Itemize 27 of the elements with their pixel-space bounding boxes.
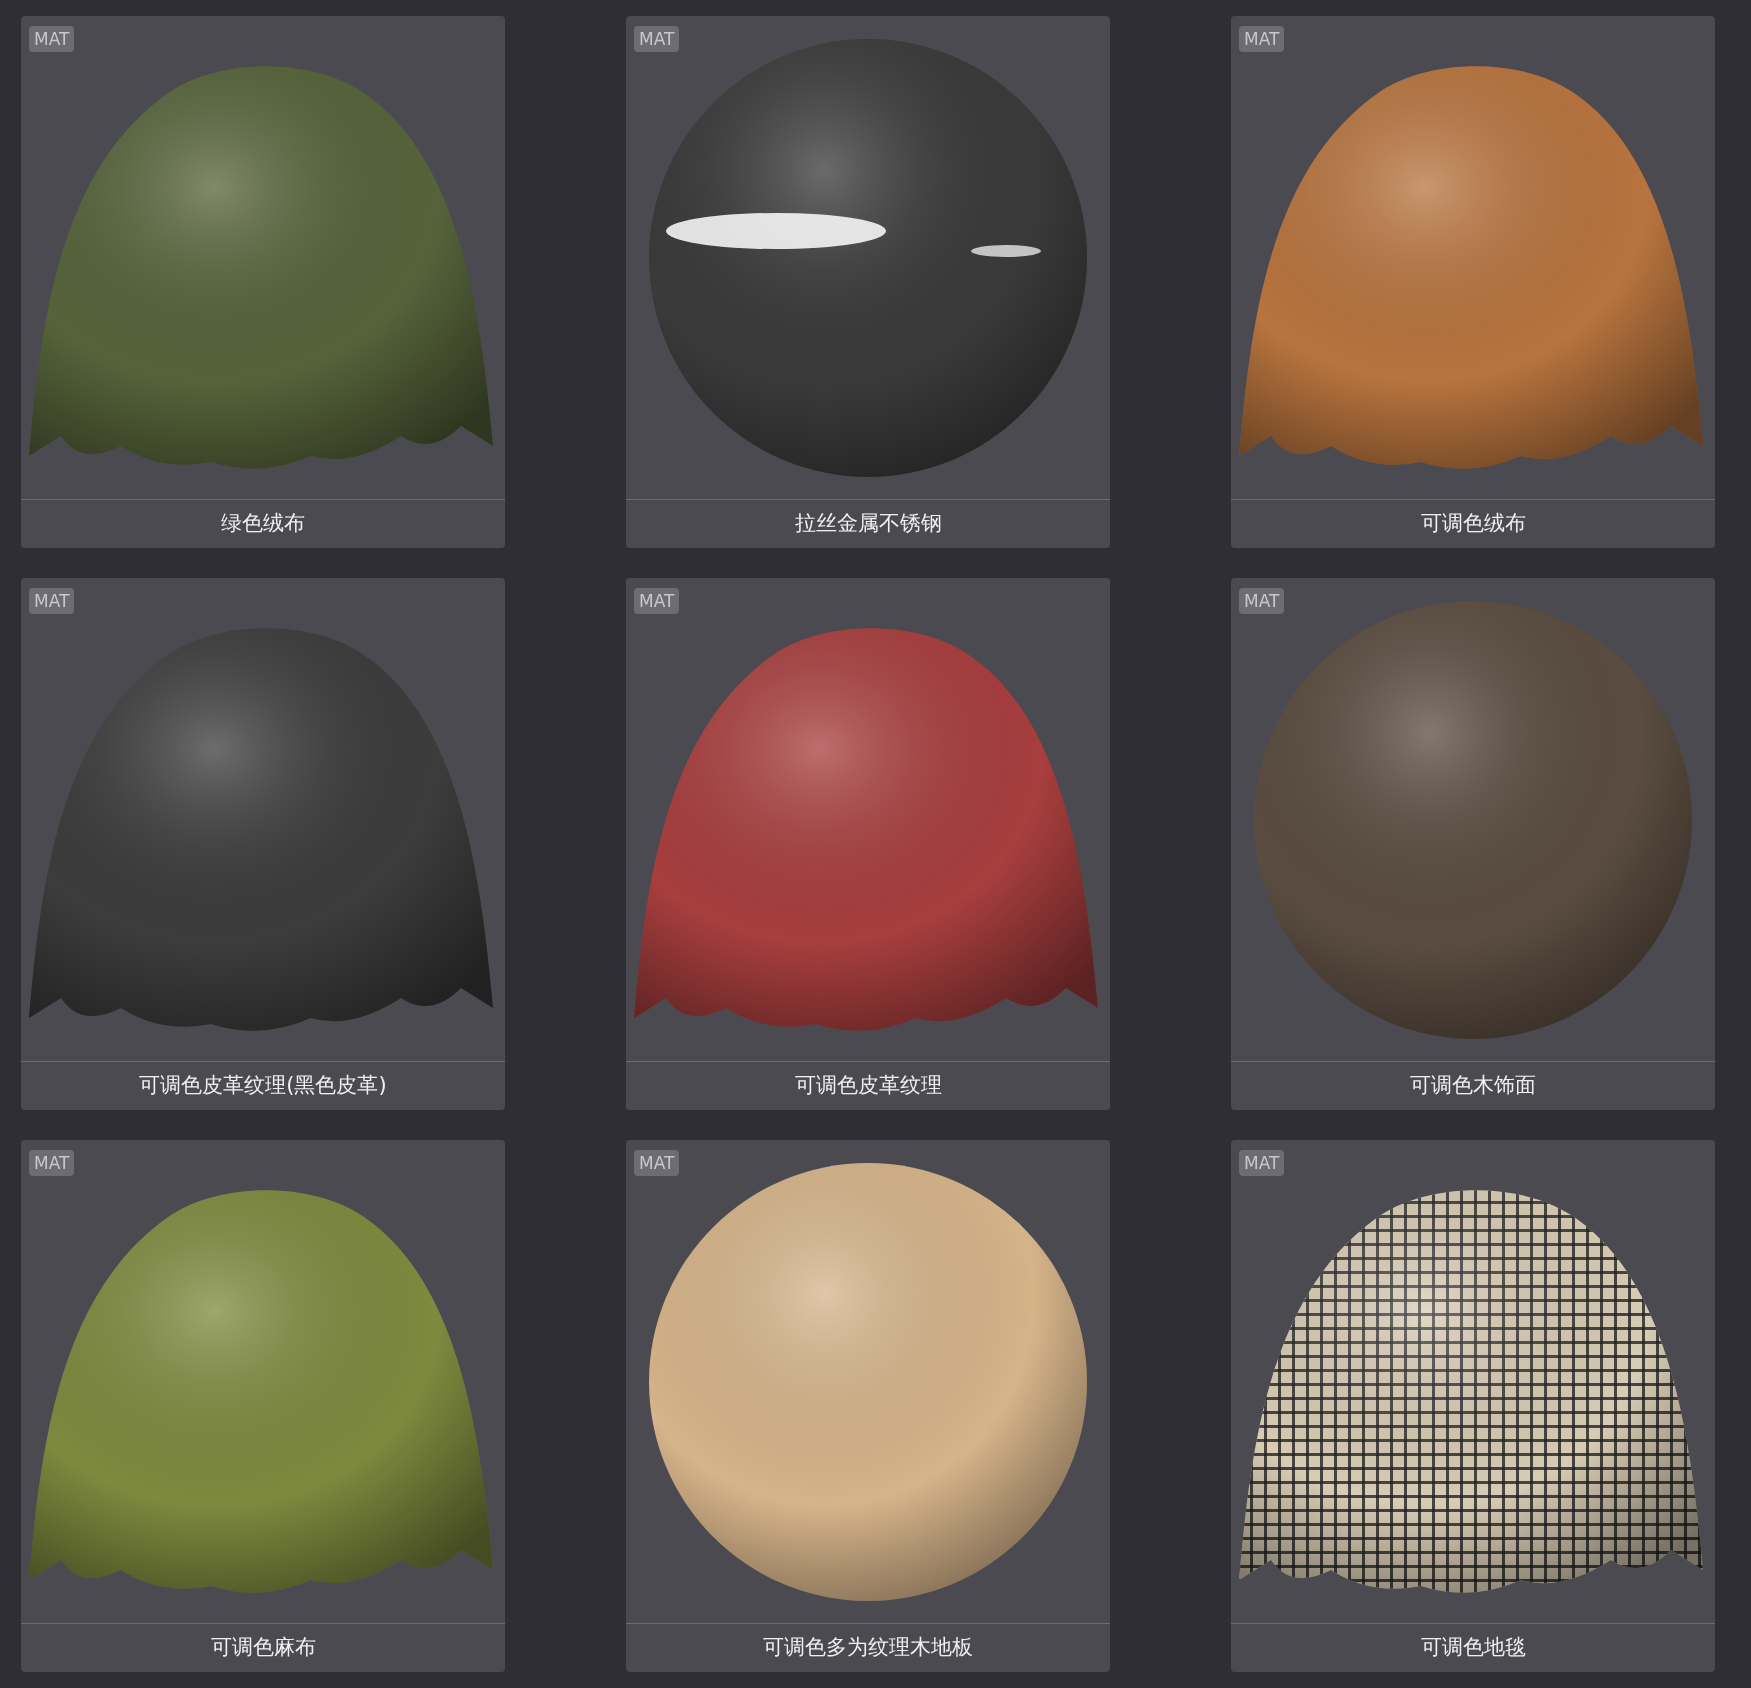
material-card[interactable]: MAT 拉丝金属不锈钢 [626,16,1110,548]
material-badge: MAT [634,1150,680,1176]
material-badge: MAT [1239,588,1285,614]
material-badge: MAT [1239,26,1285,52]
material-card[interactable]: MAT 可调色多为纹理木地板 [626,1140,1110,1672]
material-card[interactable]: MAT 绿色绒布 [21,16,505,548]
material-name: 可调色地毯 [1420,1634,1526,1662]
material-name: 绿色绒布 [221,510,305,538]
material-badge: MAT [29,1150,75,1176]
material-card[interactable]: MAT 可调色绒布 [1231,16,1715,548]
material-card[interactable]: MAT 可调色木饰面 [1231,578,1715,1110]
material-badge: MAT [634,588,680,614]
material-name: 可调色绒布 [1420,510,1526,538]
material-card[interactable]: MAT 可调色皮革纹理(黑色皮革) [21,578,505,1110]
material-badge: MAT [1239,1150,1285,1176]
material-name: 可调色多为纹理木地板 [763,1634,973,1662]
material-name: 可调色皮革纹理 [794,1072,942,1100]
material-badge: MAT [634,26,680,52]
material-name: 可调色皮革纹理(黑色皮革) [139,1072,387,1100]
material-card[interactable]: MAT 可调色地毯 [1231,1140,1715,1672]
material-card[interactable]: MAT 可调色麻布 [21,1140,505,1672]
material-badge: MAT [29,26,75,52]
material-card[interactable]: MAT 可调色皮革纹理 [626,578,1110,1110]
material-badge: MAT [29,588,75,614]
material-name: 可调色麻布 [210,1634,316,1662]
material-name: 可调色木饰面 [1410,1072,1536,1100]
material-name: 拉丝金属不锈钢 [794,510,942,538]
